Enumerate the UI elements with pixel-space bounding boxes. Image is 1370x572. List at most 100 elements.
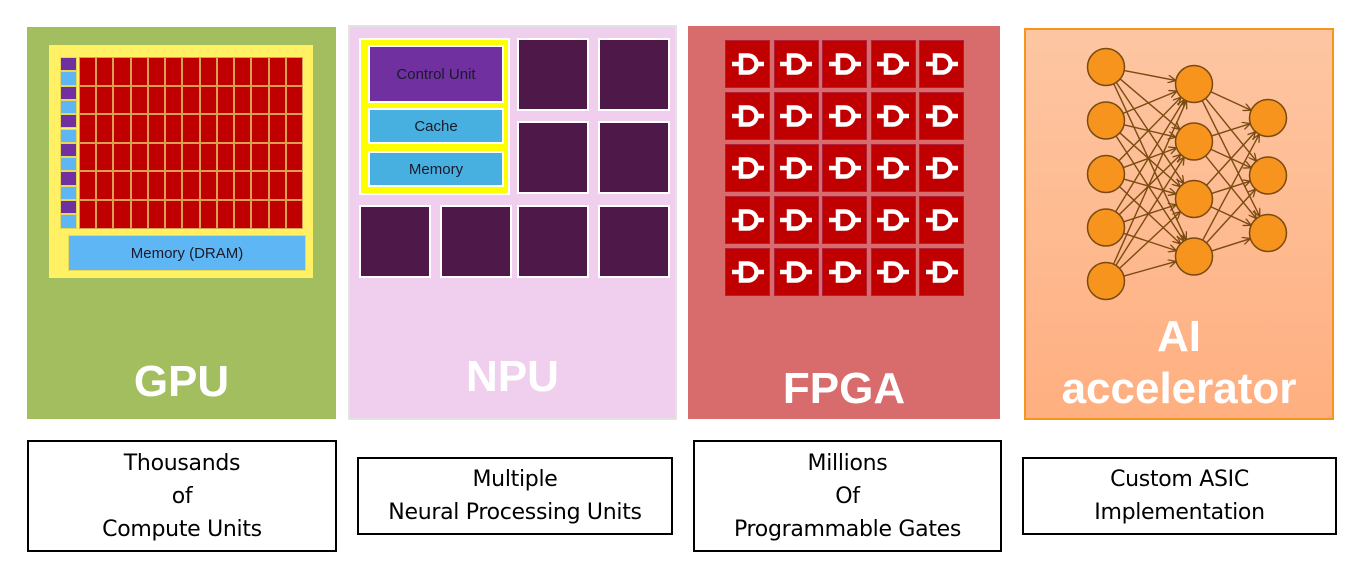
gpu-compute-unit: [113, 85, 131, 115]
nn-node: [1086, 261, 1126, 301]
gpu-compute-unit: [96, 114, 114, 143]
gpu-compute-unit: [251, 142, 269, 172]
npu-core: [517, 38, 589, 111]
gpu-compute-unit: [199, 171, 217, 200]
and-gate-icon: [877, 261, 909, 283]
npu-core: [517, 121, 589, 194]
gpu-title: GPU: [133, 357, 230, 406]
gpu-compute-unit: [79, 114, 97, 143]
caption-line: Implementation: [1094, 500, 1265, 525]
gpu-compute-unit: [130, 57, 148, 86]
gpu-compute-unit: [199, 57, 217, 86]
gpu-compute-unit: [268, 85, 286, 115]
logic-gate-cell: [822, 144, 867, 192]
logic-gate-cell: [919, 248, 964, 296]
gpu-control-unit: [60, 57, 77, 72]
nn-edge: [1205, 132, 1254, 186]
and-gate-icon: [925, 105, 958, 127]
logic-gate-cell: [822, 196, 867, 244]
gpu-compute-unit: [216, 142, 235, 172]
gpu-compute-unit: [165, 142, 183, 172]
nn-node: [1248, 156, 1288, 195]
neural-network-diagram: [1086, 47, 1288, 301]
and-gate-icon: [780, 209, 812, 231]
gpu-control-unit: [60, 142, 77, 158]
gpu-chip: Memory (DRAM): [49, 45, 313, 278]
gpu-compute-unit: [182, 114, 200, 143]
ai-caption: Custom ASIC Implementation: [1022, 457, 1337, 535]
gpu-control-unit: [60, 200, 77, 215]
gpu-cache-unit: [60, 99, 77, 115]
gpu-compute-unit: [182, 85, 200, 115]
gpu-compute-unit: [147, 57, 166, 86]
gpu-cache-unit: [60, 214, 77, 229]
and-gate-icon: [925, 261, 958, 283]
gpu-cache-unit: [60, 71, 77, 86]
and-gate-icon: [828, 157, 861, 179]
gpu-compute-unit: [130, 142, 148, 172]
gpu-compute-unit: [251, 114, 269, 143]
nn-edge: [1123, 205, 1176, 223]
gpu-compute-unit: [96, 171, 114, 200]
npu-core: [517, 205, 589, 278]
gpu-compute-unit: [182, 171, 200, 200]
gpu-compute-unit: [113, 57, 131, 86]
ai-title-line2: accelerator: [1061, 364, 1297, 413]
fpga-title: FPGA: [782, 364, 906, 413]
gpu-compute-unit: [130, 171, 148, 200]
logic-gate-cell: [919, 196, 964, 244]
ai-accelerator-panel: AI accelerator: [1024, 28, 1334, 420]
npu-panel: Control Unit Cache Memory NPU: [348, 25, 677, 420]
gpu-compute-unit: [130, 200, 148, 229]
logic-gate-cell: [919, 144, 964, 192]
logic-gate-cell: [822, 92, 867, 140]
gpu-compute-unit: [113, 200, 131, 229]
gpu-control-unit: [60, 114, 77, 129]
npu-core: [598, 205, 670, 278]
gpu-compute-unit: [285, 142, 303, 172]
gpu-compute-unit: [251, 171, 269, 200]
nn-edge: [1115, 82, 1183, 182]
gpu-compute-unit: [147, 200, 166, 229]
gpu-compute-unit: [165, 85, 183, 115]
logic-gate-cell: [773, 144, 819, 192]
gpu-compute-unit: [199, 114, 217, 143]
gpu-compute-unit: [147, 171, 166, 200]
and-gate-icon: [731, 209, 764, 231]
gpu-compute-unit: [268, 114, 286, 143]
gpu-compute-unit: [96, 57, 114, 86]
nn-node: [1174, 64, 1214, 104]
gpu-compute-unit: [285, 114, 303, 143]
and-gate-icon: [877, 53, 909, 75]
logic-gate-cell: [725, 92, 770, 140]
nn-node: [1174, 237, 1214, 276]
logic-gate-cell: [870, 40, 916, 88]
caption-line: of: [171, 483, 193, 509]
and-gate-icon: [780, 53, 812, 75]
gpu-compute-unit: [96, 200, 114, 229]
nn-edge: [1118, 98, 1180, 162]
and-gate-icon: [780, 261, 812, 283]
caption-line: Programmable Gates: [733, 516, 962, 542]
logic-gate-cell: [919, 40, 964, 88]
caption-line: Neural Processing Units: [388, 500, 642, 525]
caption-line: Millions: [807, 450, 888, 476]
logic-gate-cell: [822, 248, 867, 296]
gpu-compute-unit: [234, 142, 252, 172]
gpu-compute-unit: [234, 114, 252, 143]
gpu-panel: Memory (DRAM) GPU: [27, 27, 336, 419]
nn-node: [1086, 47, 1126, 87]
gpu-compute-unit: [199, 200, 217, 229]
nn-node: [1248, 98, 1288, 138]
gpu-control-unit: [60, 171, 77, 186]
npu-core: [440, 205, 512, 278]
and-gate-icon: [780, 105, 812, 127]
gpu-compute-unit: [285, 200, 303, 229]
and-gate-icon: [731, 261, 764, 283]
logic-gate-cell: [725, 40, 770, 88]
gpu-control-unit: [60, 85, 77, 100]
logic-gate-cell: [822, 40, 867, 88]
gpu-compute-unit: [216, 171, 235, 200]
gpu-memory-block: Memory (DRAM): [68, 235, 306, 271]
nn-edge: [1115, 135, 1183, 240]
